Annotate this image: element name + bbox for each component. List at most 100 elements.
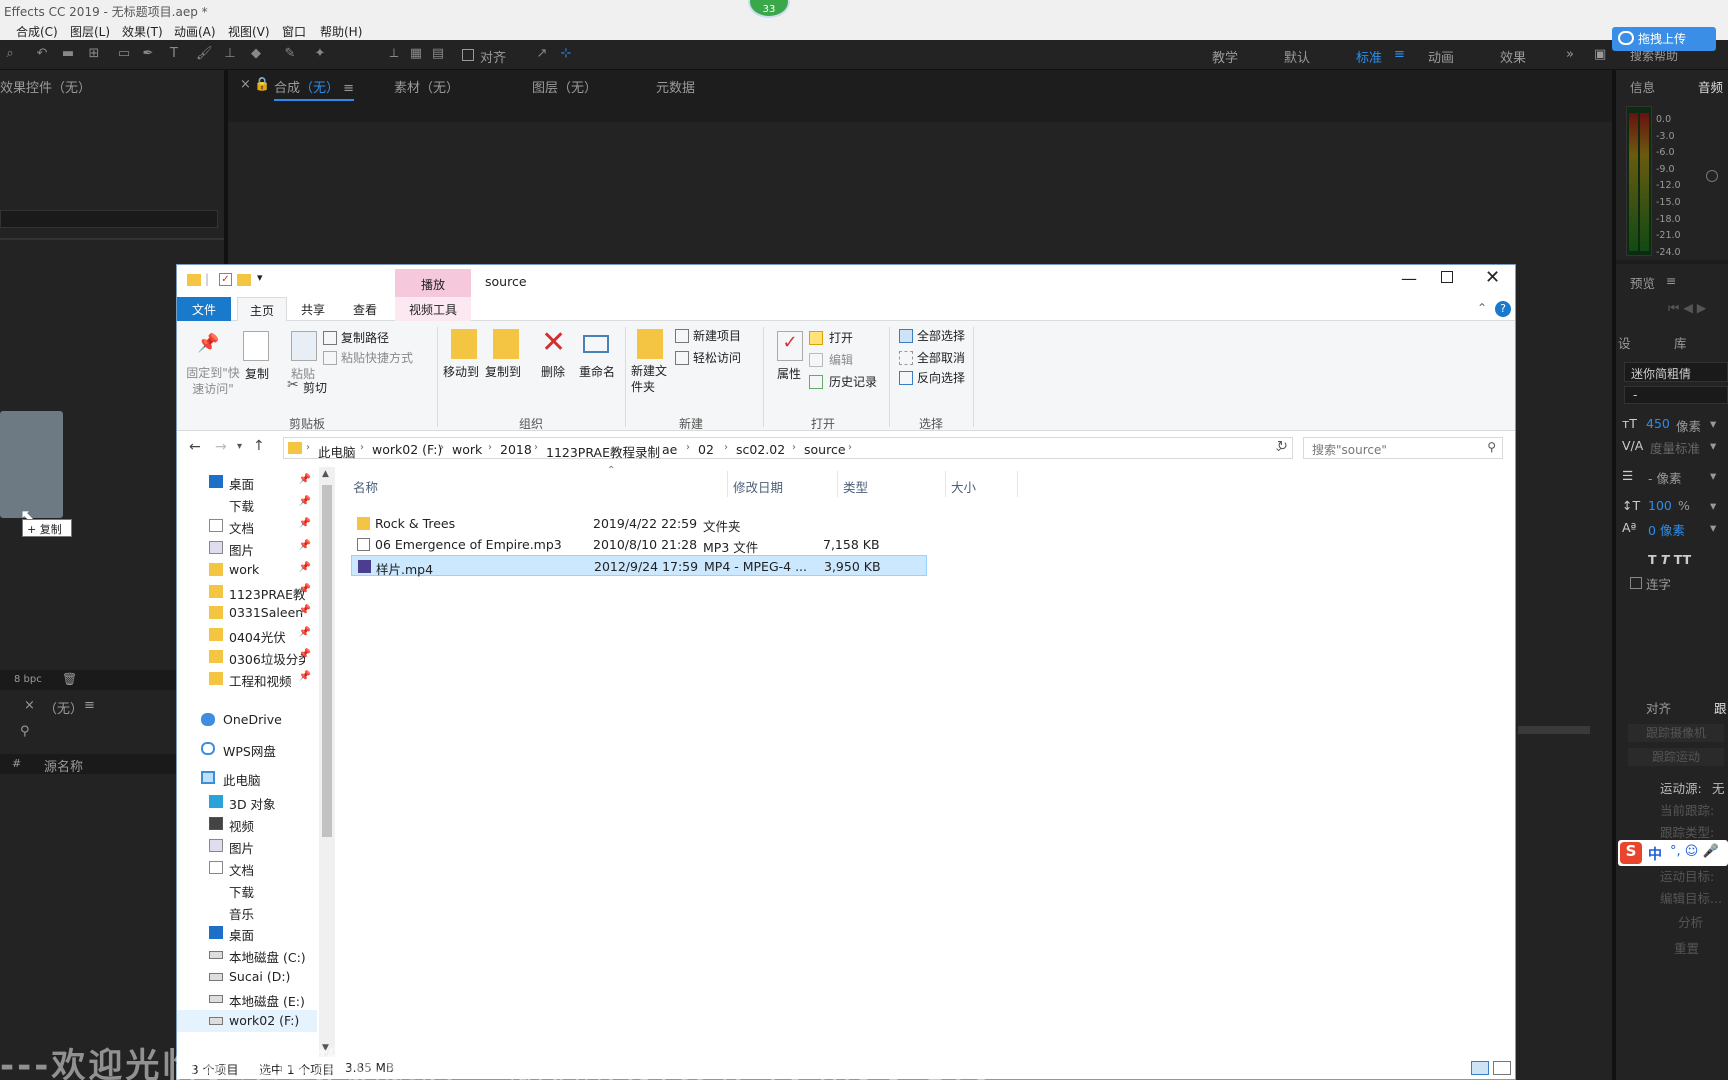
nav-quick-item[interactable]: 1123PRAE教 📌 — [177, 581, 317, 603]
nav-wps[interactable]: WPS网盘 — [177, 738, 317, 760]
column-name[interactable]: 名称 — [353, 477, 378, 496]
rotate-tool-icon[interactable]: ↶ — [34, 46, 50, 62]
breadcrumb-drive[interactable]: work02 (F:) — [372, 442, 442, 457]
easy-access-button[interactable]: 轻松访问 — [693, 349, 741, 366]
timeline-zoom-slider[interactable] — [1518, 726, 1590, 734]
baseline-value[interactable]: 0 像素 — [1648, 520, 1685, 539]
nav-pc-item[interactable]: 视频 — [177, 813, 317, 835]
tab-library[interactable]: 库 — [1674, 333, 1687, 352]
source-name-column[interactable]: 源名称 — [44, 756, 83, 775]
font-family-dropdown[interactable]: 迷你简粗倩 — [1624, 362, 1728, 382]
history-button[interactable]: 历史记录 — [829, 373, 877, 390]
close-tab-icon[interactable]: × — [240, 77, 251, 92]
delete-button[interactable]: 删除 — [541, 363, 565, 380]
tab-info[interactable]: 信息 — [1630, 77, 1655, 96]
help-icon[interactable]: ? — [1495, 301, 1511, 317]
leading-chevron-icon[interactable]: ▾ — [1710, 468, 1716, 483]
pin-icon[interactable]: 📌 — [299, 562, 311, 573]
world-axis-icon[interactable]: ▦ — [408, 46, 424, 62]
bpc-label[interactable]: 8 bpc — [14, 674, 42, 685]
pen-tool-icon[interactable]: ✒ — [140, 46, 156, 62]
preview-menu-icon[interactable]: ≡ — [1666, 273, 1676, 288]
copy-path-button[interactable]: 复制路径 — [341, 329, 389, 346]
tab-align[interactable]: 对齐 — [1646, 698, 1671, 717]
contextual-play-tab[interactable]: 播放 — [395, 269, 471, 297]
track-camera-button[interactable]: 跟踪摄像机 — [1628, 724, 1724, 742]
menu-window[interactable]: 窗口 — [282, 23, 306, 40]
tab-view[interactable]: 查看 — [353, 301, 377, 318]
edit-button[interactable]: 编辑 — [829, 351, 853, 368]
pin-icon[interactable]: 📌 — [299, 627, 311, 638]
workspace-menu-icon[interactable]: ≡ — [1394, 47, 1405, 62]
breadcrumb-02[interactable]: 02 — [698, 442, 714, 457]
kerning-chevron-icon[interactable]: ▾ — [1710, 438, 1716, 453]
maximize-icon[interactable] — [1441, 271, 1453, 283]
pin-icon[interactable]: 📌 — [299, 540, 311, 551]
breadcrumb-source[interactable]: source — [804, 442, 846, 457]
faux-styles-icon[interactable]: T T TT — [1648, 552, 1691, 567]
tab-footage[interactable]: 素材（无） — [394, 77, 459, 96]
reset-button[interactable]: 重置 — [1674, 938, 1699, 957]
search-input[interactable]: 搜索"source" ⚲ — [1303, 437, 1503, 459]
scroll-up-icon[interactable]: ▲ — [322, 469, 329, 479]
timeline-tab[interactable]: （无） — [44, 698, 83, 717]
upload-button[interactable]: 拖拽上传 — [1612, 27, 1716, 51]
nav-pc-item[interactable]: Sucai (D:) — [177, 966, 317, 988]
baseline-chevron-icon[interactable]: ▾ — [1710, 520, 1716, 535]
nav-onedrive[interactable]: OneDrive — [177, 709, 317, 731]
eraser-tool-icon[interactable]: ◆ — [248, 46, 264, 62]
pin-icon[interactable]: 📌 — [299, 605, 311, 616]
nav-this-pc[interactable]: 此电脑 — [177, 767, 317, 789]
brush-tool-icon[interactable]: 🖌 — [196, 46, 213, 62]
nav-pc-item[interactable]: 下载 — [177, 879, 317, 901]
forward-icon[interactable]: → — [215, 439, 227, 455]
select-all-button[interactable]: 全部选择 — [917, 327, 965, 344]
breadcrumb-project[interactable]: 1123PRAE教程录制 — [546, 442, 660, 461]
collapse-ribbon-icon[interactable]: ⌃ — [1477, 301, 1487, 315]
menu-help[interactable]: 帮助(H) — [320, 23, 362, 40]
tab-metadata[interactable]: 元数据 — [656, 77, 695, 96]
edit-target-button[interactable]: 编辑目标... — [1660, 888, 1722, 907]
cut-button[interactable]: 剪切 — [303, 379, 327, 396]
menu-view[interactable]: 视图(V) — [228, 23, 270, 40]
motion-source-value[interactable]: 无 — [1712, 778, 1725, 797]
nav-quick-item[interactable]: 图片 📌 — [177, 537, 317, 559]
properties-qa-icon[interactable]: ✓ — [219, 273, 232, 286]
snap-icon[interactable]: ↗ — [534, 46, 550, 62]
breadcrumb-work[interactable]: work — [452, 442, 482, 457]
clone-stamp-icon[interactable]: ⊥ — [222, 46, 238, 62]
track-motion-button[interactable]: 跟踪运动 — [1628, 748, 1724, 766]
nav-quick-item[interactable]: 下载 📌 — [177, 493, 317, 515]
text-tool-icon[interactable]: T — [166, 46, 182, 62]
nav-pc-item[interactable]: 文档 — [177, 857, 317, 879]
properties-button[interactable]: 属性 — [777, 365, 801, 382]
search-icon[interactable]: ⚲ — [20, 724, 30, 739]
move-to-button[interactable]: 移动到 — [443, 363, 479, 380]
tab-share[interactable]: 共享 — [301, 301, 325, 318]
scroll-thumb[interactable] — [322, 485, 332, 837]
tab-composition[interactable]: 合成（无） ≡ — [274, 77, 355, 101]
vr-icon[interactable]: ▣ — [1594, 47, 1606, 62]
workspace-animation[interactable]: 动画 — [1428, 47, 1454, 66]
nav-pc-item[interactable]: 本地磁盘 (E:) — [177, 988, 317, 1010]
refresh-icon[interactable]: ↻ — [1277, 439, 1288, 454]
ime-mode[interactable]: 中 — [1648, 844, 1662, 864]
breadcrumb-sc02[interactable]: sc02.02 — [736, 442, 785, 457]
font-size-chevron-icon[interactable]: ▾ — [1710, 416, 1716, 431]
breadcrumb-this-pc[interactable]: 此电脑 — [318, 442, 356, 461]
rename-button[interactable]: 重命名 — [579, 363, 615, 380]
leading-value[interactable]: - 像素 — [1648, 468, 1681, 487]
up-icon[interactable]: ↑ — [253, 438, 265, 454]
snap-grid-icon[interactable]: ⊹ — [558, 46, 574, 62]
paste-shortcut-button[interactable]: 粘贴快捷方式 — [341, 349, 413, 366]
rectangle-tool-icon[interactable]: ▭ — [116, 46, 132, 62]
ligature-checkbox[interactable] — [1630, 577, 1642, 589]
copy-to-button[interactable]: 复制到 — [485, 363, 521, 380]
nav-pc-item[interactable]: 桌面 — [177, 922, 317, 944]
camera-tool-icon[interactable]: ▬ — [60, 46, 76, 62]
menu-composition[interactable]: 合成(C) — [16, 23, 58, 40]
pin-icon[interactable]: 📌 — [299, 496, 311, 507]
tab-layer[interactable]: 图层（无） — [532, 77, 597, 96]
vscale-chevron-icon[interactable]: ▾ — [1710, 498, 1716, 513]
nav-scrollbar[interactable]: ▲ ▼ — [319, 467, 335, 1057]
